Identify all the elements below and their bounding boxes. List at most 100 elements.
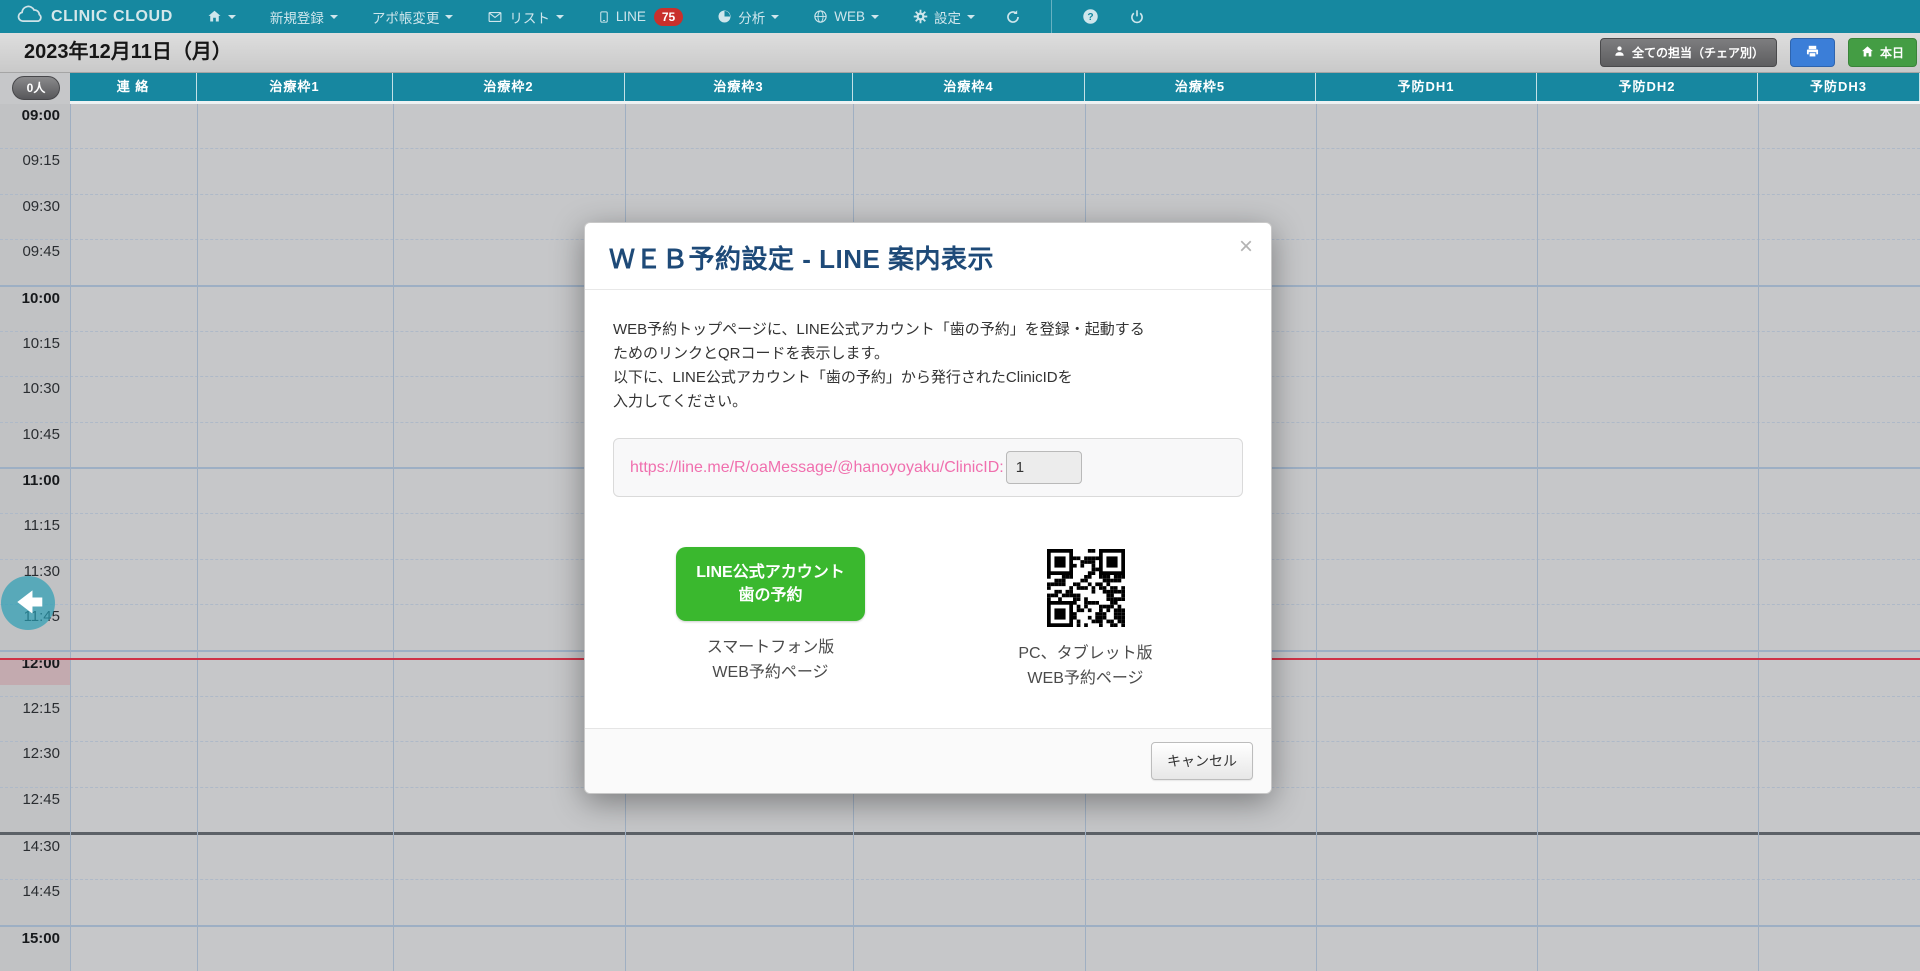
nav-item-list[interactable]: リスト — [487, 7, 564, 27]
column-separator — [1316, 104, 1317, 971]
column-separator — [197, 104, 198, 971]
patient-count-badge: 0人 — [12, 76, 60, 100]
clinic-cloud-logo: CLINIC CLOUD — [14, 4, 173, 30]
time-label: 09:30 — [0, 198, 60, 215]
column-header-3: 治療枠2 — [393, 73, 625, 101]
column-header-8: 予防DH2 — [1537, 73, 1758, 101]
time-row-1500[interactable]: 15:00 — [0, 925, 1920, 971]
column-header-row: 0人 連 絡治療枠1治療枠2治療枠3治療枠4治療枠5予防DH1予防DH2予防DH… — [0, 73, 1920, 104]
time-label: 11:15 — [0, 517, 60, 534]
description-line: 以下に、LINE公式アカウント「歯の予約」から発行されたClinicIDを — [613, 366, 1243, 390]
line-url-link[interactable]: https://line.me/R/oaMessage/@hanoyoyaku/… — [630, 459, 1004, 477]
time-label: 12:45 — [0, 791, 60, 808]
envelope-icon — [487, 10, 503, 24]
cancel-button[interactable]: キャンセル — [1151, 742, 1253, 780]
modal-body: WEB予約トップページに、LINE公式アカウント「歯の予約」を登録・起動する た… — [585, 290, 1271, 728]
pc-tablet-caption: PC、タブレット版 WEB予約ページ — [1018, 642, 1152, 692]
time-label: 14:45 — [0, 883, 60, 900]
caret-down-icon — [967, 15, 975, 19]
house-icon — [1861, 45, 1874, 61]
time-label: 12:15 — [0, 700, 60, 717]
time-label: 09:45 — [0, 243, 60, 260]
nav-item-label: 設定 — [934, 7, 961, 27]
time-row-1430[interactable]: 14:30 — [0, 832, 1920, 879]
nav-menu: 新規登録 アポ帳変更 リスト LINE75 分析 WEB 設定 — [207, 7, 975, 27]
time-label: 12:00 — [0, 655, 60, 672]
modal-description: WEB予約トップページに、LINE公式アカウント「歯の予約」を登録・起動する た… — [613, 318, 1243, 414]
caret-down-icon — [556, 15, 564, 19]
column-separator — [393, 104, 394, 971]
description-line: WEB予約トップページに、LINE公式アカウント「歯の予約」を登録・起動する — [613, 318, 1243, 342]
preview-columns: LINE公式アカウント 歯の予約 スマートフォン版 WEB予約ページ PC、タブ… — [613, 547, 1243, 692]
top-navbar: CLINIC CLOUD 新規登録 アポ帳変更 リスト LINE75 分析 WEB 設定 ? — [0, 0, 1920, 33]
modal-footer: キャンセル — [585, 728, 1271, 793]
line-url-panel: https://line.me/R/oaMessage/@hanoyoyaku/… — [613, 438, 1243, 497]
close-icon[interactable]: × — [1239, 235, 1253, 259]
arrow-left-icon — [3, 577, 53, 630]
refresh-button[interactable] — [1005, 9, 1021, 25]
nav-item-label: WEB — [834, 9, 865, 24]
nav-item-label: アポ帳変更 — [372, 7, 440, 27]
column-headers: 連 絡治療枠1治療枠2治療枠3治療枠4治療枠5予防DH1予防DH2予防DH3 — [70, 73, 1920, 104]
nav-item-web[interactable]: WEB — [813, 9, 879, 24]
date-toolbar: 2023年12月11日（月） 全ての担当（チェア別） 本日 — [0, 33, 1920, 73]
gear-icon — [913, 9, 928, 24]
all-staff-chair-button[interactable]: 全ての担当（チェア別） — [1600, 38, 1777, 67]
time-label: 15:00 — [0, 930, 60, 947]
nav-item-appointment-book-change[interactable]: アポ帳変更 — [372, 7, 454, 27]
clinic-id-input[interactable] — [1006, 451, 1082, 484]
caret-down-icon — [228, 15, 236, 19]
time-label: 09:15 — [0, 152, 60, 169]
time-label: 09:00 — [0, 107, 60, 124]
printer-icon — [1805, 44, 1820, 62]
clinic-cloud-app: CLINIC CLOUD 新規登録 アポ帳変更 リスト LINE75 分析 WEB 設定 ?… — [0, 0, 1920, 971]
power-logout-button[interactable] — [1129, 9, 1145, 25]
navbar-divider — [1051, 0, 1052, 33]
nav-item-line[interactable]: LINE75 — [598, 8, 683, 26]
caret-down-icon — [330, 15, 338, 19]
help-button[interactable]: ? — [1082, 8, 1099, 25]
home-icon — [207, 9, 222, 24]
svg-text:?: ? — [1087, 12, 1093, 23]
column-separator — [1537, 104, 1538, 971]
phone-icon — [598, 9, 610, 25]
today-button[interactable]: 本日 — [1848, 38, 1917, 67]
nav-item-new-registration[interactable]: 新規登録 — [270, 7, 338, 27]
cloud-icon — [14, 4, 46, 30]
globe-icon — [813, 9, 828, 24]
nav-item-label: LINE — [616, 9, 646, 24]
column-header-2: 治療枠1 — [197, 73, 393, 101]
column-header-6: 治療枠5 — [1085, 73, 1316, 101]
nav-item-label: 分析 — [738, 7, 765, 27]
web-reservation-line-modal: ＷＥＢ予約設定 - LINE 案内表示 × WEB予約トップページに、LINE公… — [584, 222, 1272, 794]
caret-down-icon — [445, 15, 453, 19]
description-line: 入力してください。 — [613, 390, 1243, 414]
nav-item-label: リスト — [509, 7, 550, 27]
smartphone-caption: スマートフォン版 WEB予約ページ — [707, 636, 835, 686]
person-icon — [1613, 45, 1626, 61]
time-row-0915[interactable]: 09:15 — [0, 148, 1920, 193]
time-row-1445[interactable]: 14:45 — [0, 879, 1920, 924]
nav-item-label: 新規登録 — [270, 7, 324, 27]
pc-tablet-preview-column: PC、タブレット版 WEB予約ページ — [928, 547, 1243, 692]
column-header-5: 治療枠4 — [853, 73, 1085, 101]
time-label: 14:30 — [0, 838, 60, 855]
nav-item-analysis[interactable]: 分析 — [717, 7, 779, 27]
modal-header: ＷＥＢ予約設定 - LINE 案内表示 × — [585, 223, 1271, 290]
previous-page-arrow-button[interactable] — [1, 576, 55, 630]
logo-text: CLINIC CLOUD — [51, 8, 173, 26]
nav-item-settings[interactable]: 設定 — [913, 7, 975, 27]
time-row-0900[interactable]: 09:00 — [0, 104, 1920, 148]
column-separator — [70, 104, 71, 971]
column-header-7: 予防DH1 — [1316, 73, 1537, 101]
time-label: 11:00 — [0, 472, 60, 489]
time-label: 10:00 — [0, 290, 60, 307]
time-label: 10:30 — [0, 380, 60, 397]
time-label: 12:30 — [0, 745, 60, 762]
description-line: ためのリンクとQRコードを表示します。 — [613, 342, 1243, 366]
toolbar-buttons: 全ての担当（チェア別） 本日 — [1600, 38, 1917, 67]
print-button[interactable] — [1790, 38, 1835, 67]
nav-item-home[interactable] — [207, 9, 236, 24]
line-official-account-button[interactable]: LINE公式アカウント 歯の予約 — [676, 547, 864, 621]
date-title: 2023年12月11日（月） — [24, 33, 232, 72]
